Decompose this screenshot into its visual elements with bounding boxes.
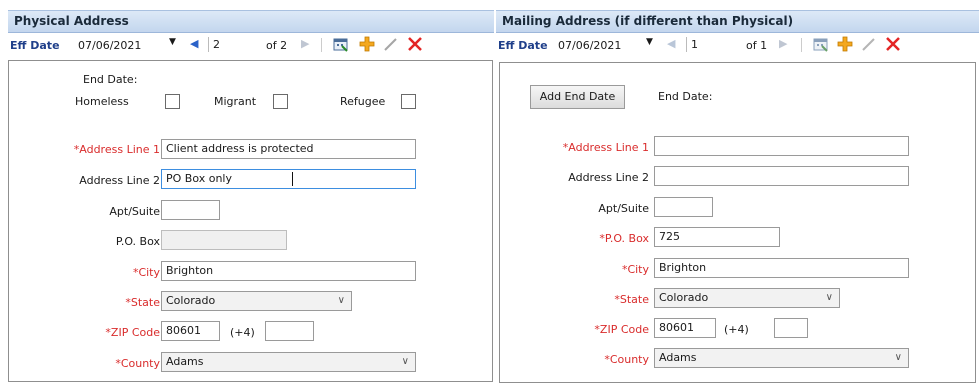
delete-icon[interactable] — [884, 36, 902, 54]
toolbar-divider — [321, 38, 322, 52]
homeless-label: Homeless — [75, 95, 129, 108]
city-label: *City — [621, 263, 649, 276]
county-label: *County — [115, 357, 160, 370]
city-input[interactable]: Brighton — [161, 261, 416, 281]
page-count: of 2 — [266, 39, 288, 52]
zip-plus4-input[interactable] — [774, 318, 808, 338]
zip-code-input[interactable]: 80601 — [654, 318, 716, 338]
address-line-2-label: Address Line 2 — [568, 171, 649, 184]
prev-record-icon[interactable]: ◀ — [667, 37, 675, 50]
chevron-down-icon: ∨ — [401, 356, 409, 367]
physical-toolbar: Eff Date 07/06/2021 ▼ ◀ 2 of 2 ▶ — [8, 34, 494, 56]
address-line-1-input[interactable]: Client address is protected — [161, 139, 416, 159]
state-label: *State — [125, 296, 160, 309]
migrant-checkbox[interactable] — [273, 94, 288, 109]
zip-code-label: *ZIP Code — [105, 326, 160, 339]
state-select[interactable]: Colorado ∨ — [161, 291, 352, 311]
add-end-date-button[interactable]: Add End Date — [530, 85, 625, 109]
text-cursor — [292, 172, 293, 186]
physical-address-header: Physical Address — [8, 10, 494, 33]
mailing-address-panel: Mailing Address (if different than Physi… — [496, 0, 979, 387]
county-label: *County — [604, 353, 649, 366]
homeless-checkbox[interactable] — [165, 94, 180, 109]
next-record-icon[interactable]: ▶ — [779, 37, 787, 50]
eff-date-label: Eff Date — [10, 39, 60, 52]
po-box-label: *P.O. Box — [599, 232, 649, 245]
end-date-label: End Date: — [658, 90, 713, 103]
eff-date-dropdown-icon[interactable]: ▼ — [646, 37, 653, 47]
po-box-input[interactable]: 725 — [654, 227, 780, 247]
city-input[interactable]: Brighton — [654, 258, 909, 278]
chevron-down-icon: ∨ — [337, 295, 345, 306]
po-box-label: P.O. Box — [115, 235, 160, 248]
eff-date-label: Eff Date — [498, 39, 548, 52]
zip-code-input[interactable]: 80601 — [161, 321, 220, 341]
state-label: *State — [614, 293, 649, 306]
edit-icon[interactable] — [382, 36, 400, 54]
address-line-1-input[interactable] — [654, 136, 909, 156]
eff-date-value[interactable]: 07/06/2021 — [78, 39, 141, 52]
prev-record-icon[interactable]: ◀ — [190, 37, 198, 50]
zip-plus4-input[interactable] — [265, 321, 314, 341]
physical-address-form: End Date: Homeless Migrant Refugee *Addr… — [8, 60, 493, 382]
county-value: Adams — [166, 355, 204, 368]
delete-icon[interactable] — [406, 36, 424, 54]
calendar-icon[interactable] — [332, 36, 350, 54]
next-record-icon[interactable]: ▶ — [301, 37, 309, 50]
address-line-2-input[interactable]: PO Box only — [161, 169, 416, 189]
zip-plus4-label: (+4) — [230, 326, 255, 339]
city-label: *City — [132, 266, 160, 279]
mailing-address-header: Mailing Address (if different than Physi… — [496, 10, 979, 33]
refugee-label: Refugee — [340, 95, 386, 108]
mailing-toolbar: Eff Date 07/06/2021 ▼ ◀ 1 of 1 ▶ — [496, 34, 979, 56]
address-line-2-label: Address Line 2 — [79, 174, 160, 187]
toolbar-divider — [801, 38, 802, 52]
address-line-2-input[interactable] — [654, 166, 909, 186]
physical-address-panel: Physical Address Eff Date 07/06/2021 ▼ ◀… — [0, 0, 494, 387]
end-date-label: End Date: — [83, 73, 138, 86]
page-count: of 1 — [746, 39, 768, 52]
add-icon[interactable] — [358, 36, 376, 54]
chevron-down-icon: ∨ — [894, 352, 902, 363]
county-value: Adams — [659, 351, 697, 364]
refugee-checkbox[interactable] — [401, 94, 416, 109]
zip-code-label: *ZIP Code — [594, 323, 649, 336]
chevron-down-icon: ∨ — [825, 292, 833, 303]
apt-suite-input[interactable] — [654, 197, 713, 217]
apt-suite-label: Apt/Suite — [109, 205, 160, 218]
add-icon[interactable] — [836, 36, 854, 54]
page-number-input[interactable]: 1 — [686, 37, 731, 52]
state-value: Colorado — [166, 294, 216, 307]
county-select[interactable]: Adams ∨ — [161, 352, 416, 372]
eff-date-value[interactable]: 07/06/2021 — [558, 39, 621, 52]
page-number-input[interactable]: 2 — [208, 37, 253, 52]
address-line-1-label: *Address Line 1 — [73, 143, 160, 156]
address-line-1-label: *Address Line 1 — [562, 141, 649, 154]
county-select[interactable]: Adams ∨ — [654, 348, 909, 368]
migrant-label: Migrant — [214, 95, 257, 108]
calendar-icon[interactable] — [812, 36, 830, 54]
eff-date-dropdown-icon[interactable]: ▼ — [169, 37, 176, 47]
apt-suite-input[interactable] — [161, 200, 220, 220]
po-box-input — [161, 230, 287, 250]
state-value: Colorado — [659, 291, 709, 304]
apt-suite-label: Apt/Suite — [598, 202, 649, 215]
mailing-address-form: Add End Date End Date: *Address Line 1 A… — [499, 62, 976, 383]
state-select[interactable]: Colorado ∨ — [654, 288, 840, 308]
edit-icon[interactable] — [860, 36, 878, 54]
zip-plus4-label: (+4) — [724, 323, 749, 336]
